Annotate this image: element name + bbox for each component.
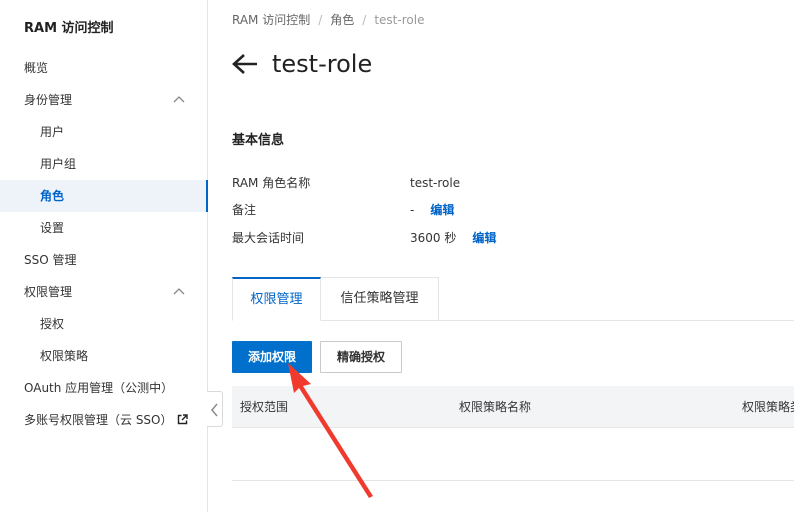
sidebar: RAM 访问控制 概览 身份管理 用户 用户组 角色 设置 SSO 管理 权限管… xyxy=(0,0,208,512)
column-header-policy-type: 权限策略类 xyxy=(742,400,794,414)
sidebar-collapse-handle[interactable] xyxy=(207,391,223,427)
sidebar-item-label: 角色 xyxy=(40,189,65,203)
sidebar-item-sso[interactable]: SSO 管理 xyxy=(0,244,207,276)
sidebar-item-grants[interactable]: 授权 xyxy=(0,308,207,340)
tab-bar: 权限管理 信任策略管理 xyxy=(232,277,794,321)
info-value: test-role xyxy=(410,176,461,190)
sidebar-item-user-groups[interactable]: 用户组 xyxy=(0,148,207,180)
sidebar-item-label: SSO 管理 xyxy=(24,253,77,267)
table-header: 授权范围 权限策略名称 权限策略类 xyxy=(232,386,794,428)
edit-session-link[interactable]: 编辑 xyxy=(472,231,496,245)
column-header-scope: 授权范围 xyxy=(240,400,289,414)
sidebar-item-label: 概览 xyxy=(24,61,49,75)
sidebar-item-label: 权限策略 xyxy=(40,349,89,363)
sidebar-item-cloud-sso[interactable]: 多账号权限管理（云 SSO） xyxy=(0,404,207,436)
sidebar-title: RAM 访问控制 xyxy=(24,21,114,36)
sidebar-item-label: 授权 xyxy=(40,317,65,331)
sidebar-item-label: OAuth 应用管理（公测中） xyxy=(24,381,174,395)
edit-remark-link[interactable]: 编辑 xyxy=(430,203,454,217)
breadcrumb: RAM 访问控制 / 角色 / test-role xyxy=(232,11,424,28)
sidebar-item-label: 身份管理 xyxy=(24,93,73,107)
tab-permission-management[interactable]: 权限管理 xyxy=(232,277,321,321)
sidebar-item-label: 权限管理 xyxy=(24,285,73,299)
sidebar-item-label: 设置 xyxy=(40,221,65,235)
page-header: test-role xyxy=(232,46,372,82)
chevron-up-icon xyxy=(173,288,185,295)
chevron-left-icon xyxy=(211,403,218,417)
info-key: RAM 角色名称 xyxy=(232,176,311,190)
back-arrow-icon[interactable] xyxy=(232,53,258,75)
info-value: 3600 秒 xyxy=(410,231,457,245)
sidebar-group-permissions[interactable]: 权限管理 xyxy=(0,276,207,308)
tab-trust-policy[interactable]: 信任策略管理 xyxy=(321,277,439,321)
precise-grant-button[interactable]: 精确授权 xyxy=(320,341,402,373)
sidebar-item-policies[interactable]: 权限策略 xyxy=(0,340,207,372)
breadcrumb-item-ram[interactable]: RAM 访问控制 xyxy=(232,13,310,27)
sidebar-item-settings[interactable]: 设置 xyxy=(0,212,207,244)
sidebar-item-oauth-apps[interactable]: OAuth 应用管理（公测中） xyxy=(0,372,207,404)
info-key: 最大会话时间 xyxy=(232,231,305,245)
table-divider xyxy=(232,480,794,481)
breadcrumb-separator: / xyxy=(362,13,367,27)
sidebar-item-label: 用户组 xyxy=(40,157,77,171)
basic-info-title: 基本信息 xyxy=(232,133,285,148)
breadcrumb-separator: / xyxy=(318,13,323,27)
sidebar-item-label: 用户 xyxy=(40,125,65,139)
sidebar-group-identity[interactable]: 身份管理 xyxy=(0,84,207,116)
page-title: test-role xyxy=(272,50,373,78)
breadcrumb-item-current: test-role xyxy=(374,13,425,27)
sidebar-item-overview[interactable]: 概览 xyxy=(0,52,207,84)
sidebar-item-label: 多账号权限管理（云 SSO） xyxy=(24,413,173,427)
info-value: - xyxy=(410,203,415,217)
sidebar-item-users[interactable]: 用户 xyxy=(0,116,207,148)
chevron-up-icon xyxy=(173,96,185,103)
breadcrumb-item-roles[interactable]: 角色 xyxy=(330,13,354,27)
external-link-icon xyxy=(177,414,188,425)
column-header-policy-name: 权限策略名称 xyxy=(459,400,532,414)
sidebar-item-roles[interactable]: 角色 xyxy=(0,180,208,212)
info-key: 备注 xyxy=(232,203,257,217)
add-permission-button[interactable]: 添加权限 xyxy=(232,341,312,373)
